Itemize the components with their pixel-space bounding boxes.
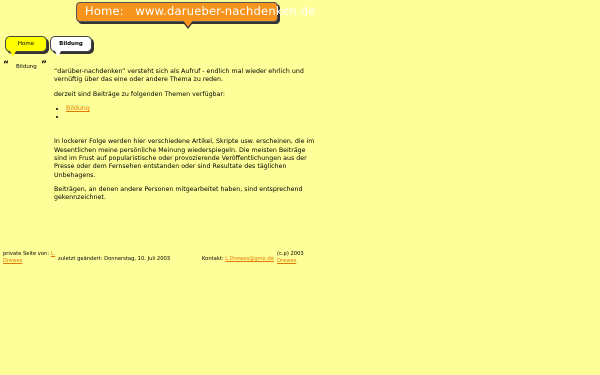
description-text: In lockerer Folge werden hier verschiede… xyxy=(54,138,315,179)
footer-contact-label: Kontakt: xyxy=(202,256,224,262)
tab-home[interactable]: Home xyxy=(5,36,47,57)
banner-label: Home: xyxy=(85,4,124,18)
footer-copyright: (c.p) 2003 Drewes xyxy=(277,251,317,264)
tab-bildung[interactable]: Bildung xyxy=(50,36,92,57)
banner-text[interactable]: Home: www.darueber-nachdenken.de xyxy=(85,4,316,18)
topics-heading: derzeit sind Beiträge zu folgenden Theme… xyxy=(54,90,226,98)
footer-changed: zuletzt geändert: Donnerstag, 10. Juli 2… xyxy=(58,256,171,262)
contributors-text: Beiträgen, an denen andere Personen mitg… xyxy=(54,185,303,202)
intro-text: “darüber-nachdenken” versteht sich als A… xyxy=(54,68,304,84)
list-item: Bildung xyxy=(66,105,316,113)
footer-copyright-text: (c.p) 2003 xyxy=(277,251,304,257)
footer-private-label: private Seite von: xyxy=(3,251,50,257)
banner-tail-fill xyxy=(182,19,194,27)
tab-bildung-label: Bildung xyxy=(59,41,83,47)
main-content: “darüber-nachdenken” versteht sich als A… xyxy=(54,68,316,209)
tab-bildung-tail xyxy=(55,51,61,57)
side-label: Bildung xyxy=(16,64,37,70)
footer-contact-link[interactable]: L.Drewes@gmx.de xyxy=(225,256,274,262)
topic-link-bildung[interactable]: Bildung xyxy=(66,105,90,112)
open-quote-icon: “ xyxy=(3,60,9,70)
footer-private: private Seite von: L. Drewes xyxy=(3,251,63,264)
site-banner[interactable]: Home: www.darueber-nachdenken.de xyxy=(76,2,315,22)
banner-url[interactable]: www.darueber-nachdenken.de xyxy=(135,4,315,18)
footer-copyright-link[interactable]: Drewes xyxy=(277,258,296,264)
tab-home-label: Home xyxy=(17,41,35,47)
topics-list: Bildung xyxy=(66,105,316,122)
tab-home-tail xyxy=(10,51,16,57)
close-quote-icon: ” xyxy=(41,60,47,70)
list-item xyxy=(66,113,316,121)
